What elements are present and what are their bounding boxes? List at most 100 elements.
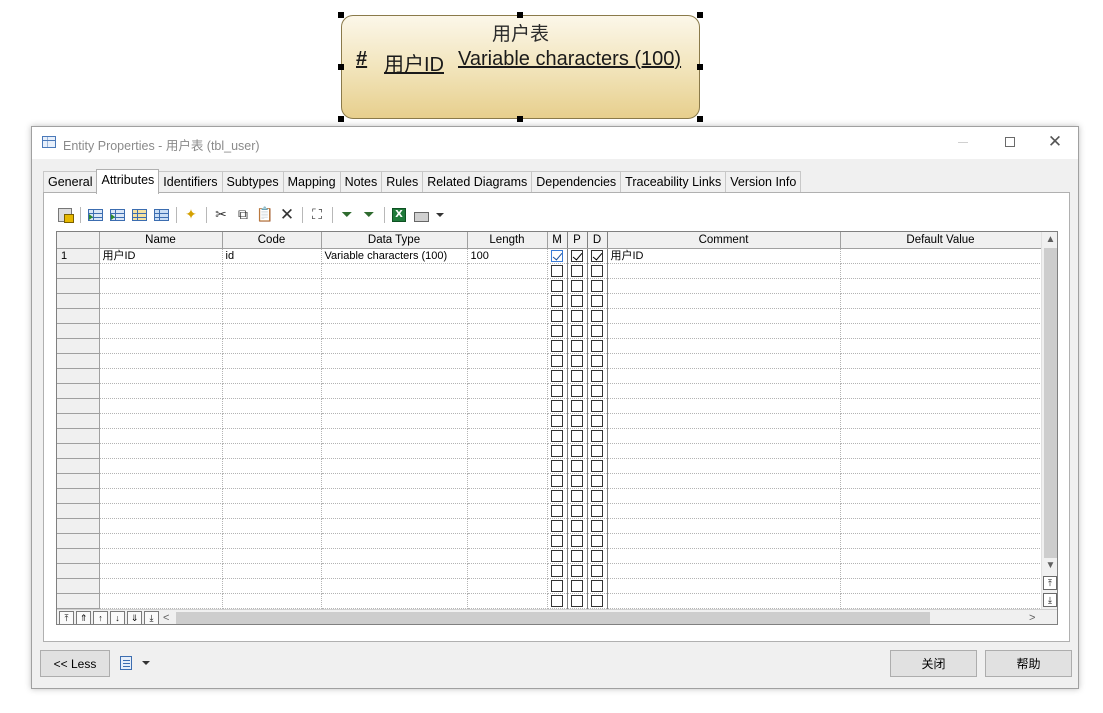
cell-comment[interactable] xyxy=(607,353,841,369)
displayed-checkbox[interactable] xyxy=(591,309,603,322)
cell-name[interactable] xyxy=(99,383,223,399)
tab-identifiers[interactable]: Identifiers xyxy=(158,171,223,193)
cell-data-type[interactable] xyxy=(321,368,468,384)
cell-mandatory[interactable] xyxy=(547,338,568,354)
cell-mandatory[interactable] xyxy=(547,533,568,549)
row-number[interactable] xyxy=(57,293,100,309)
cell-displayed[interactable] xyxy=(587,563,608,579)
cell-code[interactable] xyxy=(222,293,322,309)
displayed-checkbox[interactable] xyxy=(591,444,603,457)
cell-displayed[interactable] xyxy=(587,548,608,564)
mandatory-checkbox[interactable] xyxy=(551,324,563,337)
cell-primary[interactable] xyxy=(567,533,588,549)
tab-version-info[interactable]: Version Info xyxy=(725,171,802,193)
cell-comment[interactable] xyxy=(607,263,841,279)
cell-length[interactable] xyxy=(467,323,548,339)
cut-button[interactable]: ✂ xyxy=(212,206,230,224)
cell-name[interactable] xyxy=(99,533,223,549)
move-to-top-icon[interactable]: ⤒ xyxy=(59,611,74,624)
cell-default-value[interactable] xyxy=(840,503,1042,519)
properties-button[interactable] xyxy=(56,206,74,224)
tab-notes[interactable]: Notes xyxy=(339,171,383,193)
displayed-checkbox[interactable] xyxy=(591,339,603,352)
cell-data-type[interactable] xyxy=(321,263,468,279)
cell-comment[interactable]: 用户ID xyxy=(607,248,841,264)
displayed-checkbox[interactable] xyxy=(591,249,603,262)
cell-data-type[interactable] xyxy=(321,308,468,324)
cell-length[interactable] xyxy=(467,458,548,474)
cell-default-value[interactable] xyxy=(840,368,1042,384)
cell-data-type[interactable] xyxy=(321,533,468,549)
primary-checkbox[interactable] xyxy=(571,264,583,277)
cell-displayed[interactable] xyxy=(587,488,608,504)
cell-mandatory[interactable] xyxy=(547,548,568,564)
row-number[interactable] xyxy=(57,518,100,534)
move-bottom-icon[interactable]: ⤓ xyxy=(1043,593,1057,607)
cell-length[interactable] xyxy=(467,383,548,399)
cell-name[interactable] xyxy=(99,593,223,609)
cell-displayed[interactable] xyxy=(587,428,608,444)
cell-name[interactable] xyxy=(99,578,223,594)
cell-displayed[interactable] xyxy=(587,473,608,489)
row-number[interactable] xyxy=(57,413,100,429)
displayed-checkbox[interactable] xyxy=(591,399,603,412)
cell-name[interactable] xyxy=(99,263,223,279)
horizontal-scrollbar-thumb[interactable] xyxy=(176,612,930,624)
scroll-down-icon[interactable]: ▼ xyxy=(1042,558,1057,574)
cell-mandatory[interactable] xyxy=(547,443,568,459)
cell-displayed[interactable] xyxy=(587,323,608,339)
selection-handle[interactable] xyxy=(517,12,523,18)
print-button[interactable] xyxy=(412,206,430,224)
cell-displayed[interactable] xyxy=(587,518,608,534)
mandatory-checkbox[interactable] xyxy=(551,294,563,307)
cell-name[interactable] xyxy=(99,278,223,294)
cell-comment[interactable] xyxy=(607,413,841,429)
cell-data-type[interactable] xyxy=(321,338,468,354)
cell-mandatory[interactable] xyxy=(547,503,568,519)
mandatory-checkbox[interactable] xyxy=(551,399,563,412)
cell-mandatory[interactable] xyxy=(547,563,568,579)
cell-code[interactable] xyxy=(222,353,322,369)
primary-checkbox[interactable] xyxy=(571,399,583,412)
cell-mandatory[interactable] xyxy=(547,383,568,399)
cell-name[interactable] xyxy=(99,503,223,519)
primary-checkbox[interactable] xyxy=(571,564,583,577)
cell-comment[interactable] xyxy=(607,593,841,609)
mandatory-checkbox[interactable] xyxy=(551,534,563,547)
row-number[interactable] xyxy=(57,458,100,474)
paste-button[interactable]: 📋 xyxy=(256,206,274,224)
cell-data-type[interactable] xyxy=(321,353,468,369)
cell-primary[interactable] xyxy=(567,248,588,264)
table-row[interactable] xyxy=(57,368,1042,384)
cell-primary[interactable] xyxy=(567,338,588,354)
table-row[interactable] xyxy=(57,488,1042,504)
cell-length[interactable] xyxy=(467,503,548,519)
mandatory-checkbox[interactable] xyxy=(551,459,563,472)
cell-displayed[interactable] xyxy=(587,263,608,279)
tab-dependencies[interactable]: Dependencies xyxy=(531,171,622,193)
cell-code[interactable] xyxy=(222,593,322,609)
help-button[interactable]: 帮助 xyxy=(985,650,1072,677)
cell-data-type[interactable] xyxy=(321,488,468,504)
displayed-checkbox[interactable] xyxy=(591,504,603,517)
mandatory-checkbox[interactable] xyxy=(551,519,563,532)
table-row[interactable] xyxy=(57,533,1042,549)
table-row[interactable] xyxy=(57,338,1042,354)
cell-primary[interactable] xyxy=(567,488,588,504)
cell-default-value[interactable] xyxy=(840,323,1042,339)
mandatory-checkbox[interactable] xyxy=(551,444,563,457)
row-number[interactable] xyxy=(57,473,100,489)
table-row[interactable] xyxy=(57,428,1042,444)
primary-checkbox[interactable] xyxy=(571,489,583,502)
cell-displayed[interactable] xyxy=(587,443,608,459)
primary-checkbox[interactable] xyxy=(571,249,583,262)
displayed-checkbox[interactable] xyxy=(591,369,603,382)
displayed-checkbox[interactable] xyxy=(591,474,603,487)
cell-displayed[interactable] xyxy=(587,293,608,309)
cell-name[interactable] xyxy=(99,323,223,339)
cell-code[interactable] xyxy=(222,443,322,459)
delete-button[interactable]: ✕ xyxy=(278,206,296,224)
table-row[interactable] xyxy=(57,518,1042,534)
row-number[interactable] xyxy=(57,593,100,609)
header-data-type[interactable]: Data Type xyxy=(321,232,468,249)
